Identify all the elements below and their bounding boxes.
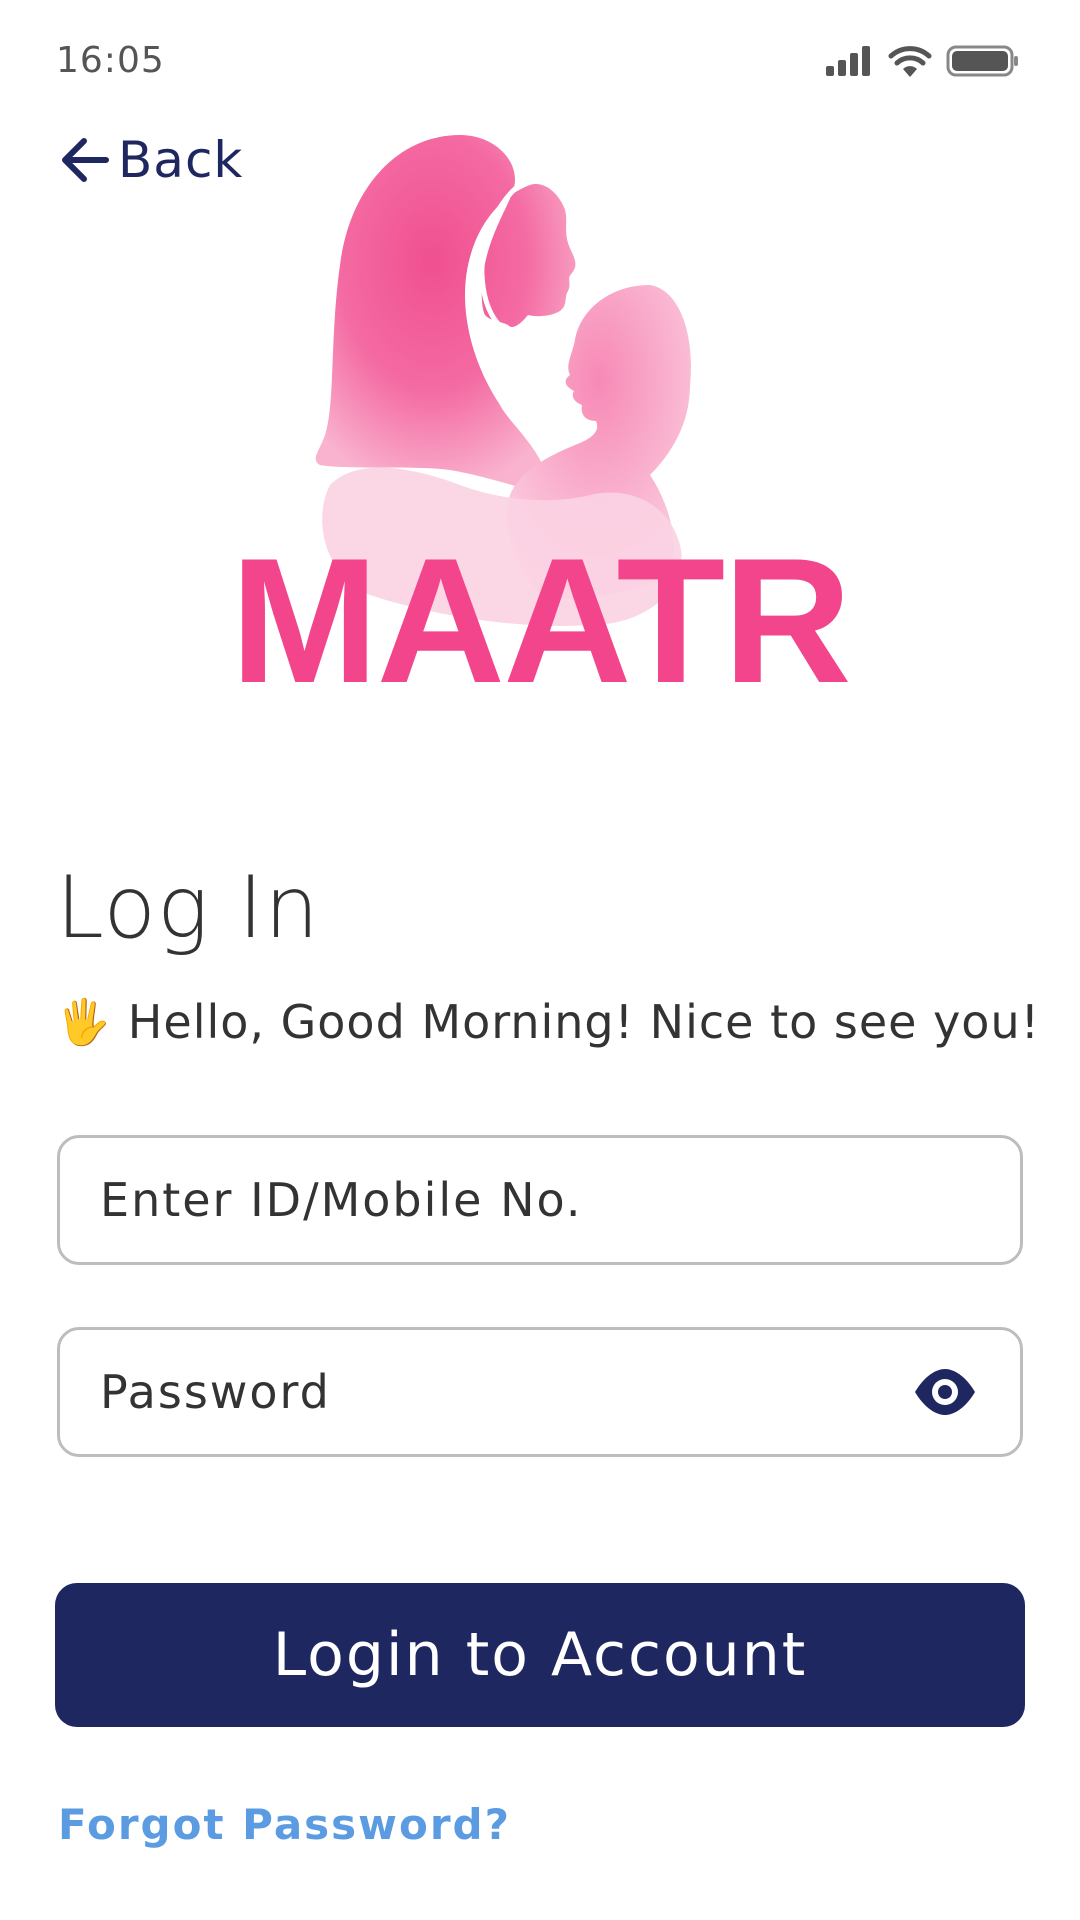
arrow-left-icon (62, 138, 109, 182)
login-button[interactable]: Login to Account (55, 1583, 1025, 1727)
status-icons (824, 44, 1024, 84)
password-input[interactable] (100, 1330, 920, 1454)
greeting-text: Hello, Good Morning! Nice to see you! (127, 995, 1041, 1049)
greeting: 🖐 Hello, Good Morning! Nice to see you! (56, 995, 1040, 1049)
battery-icon (946, 45, 1018, 77)
wifi-icon (888, 46, 932, 77)
status-time: 16:05 (56, 40, 165, 81)
id-field[interactable] (57, 1135, 1023, 1265)
signal-icon (826, 46, 870, 76)
id-input[interactable] (100, 1138, 920, 1262)
page-title: Log In (56, 858, 320, 958)
status-bar: 16:05 (0, 0, 1080, 110)
brand-name: MAATR (230, 521, 851, 720)
password-field[interactable] (57, 1327, 1023, 1457)
back-button[interactable]: Back (56, 125, 243, 195)
wave-icon: 🖐 (56, 997, 112, 1048)
back-label: Back (118, 131, 244, 189)
forgot-password-link[interactable]: Forgot Password? (58, 1800, 511, 1849)
eye-icon[interactable] (912, 1365, 978, 1419)
